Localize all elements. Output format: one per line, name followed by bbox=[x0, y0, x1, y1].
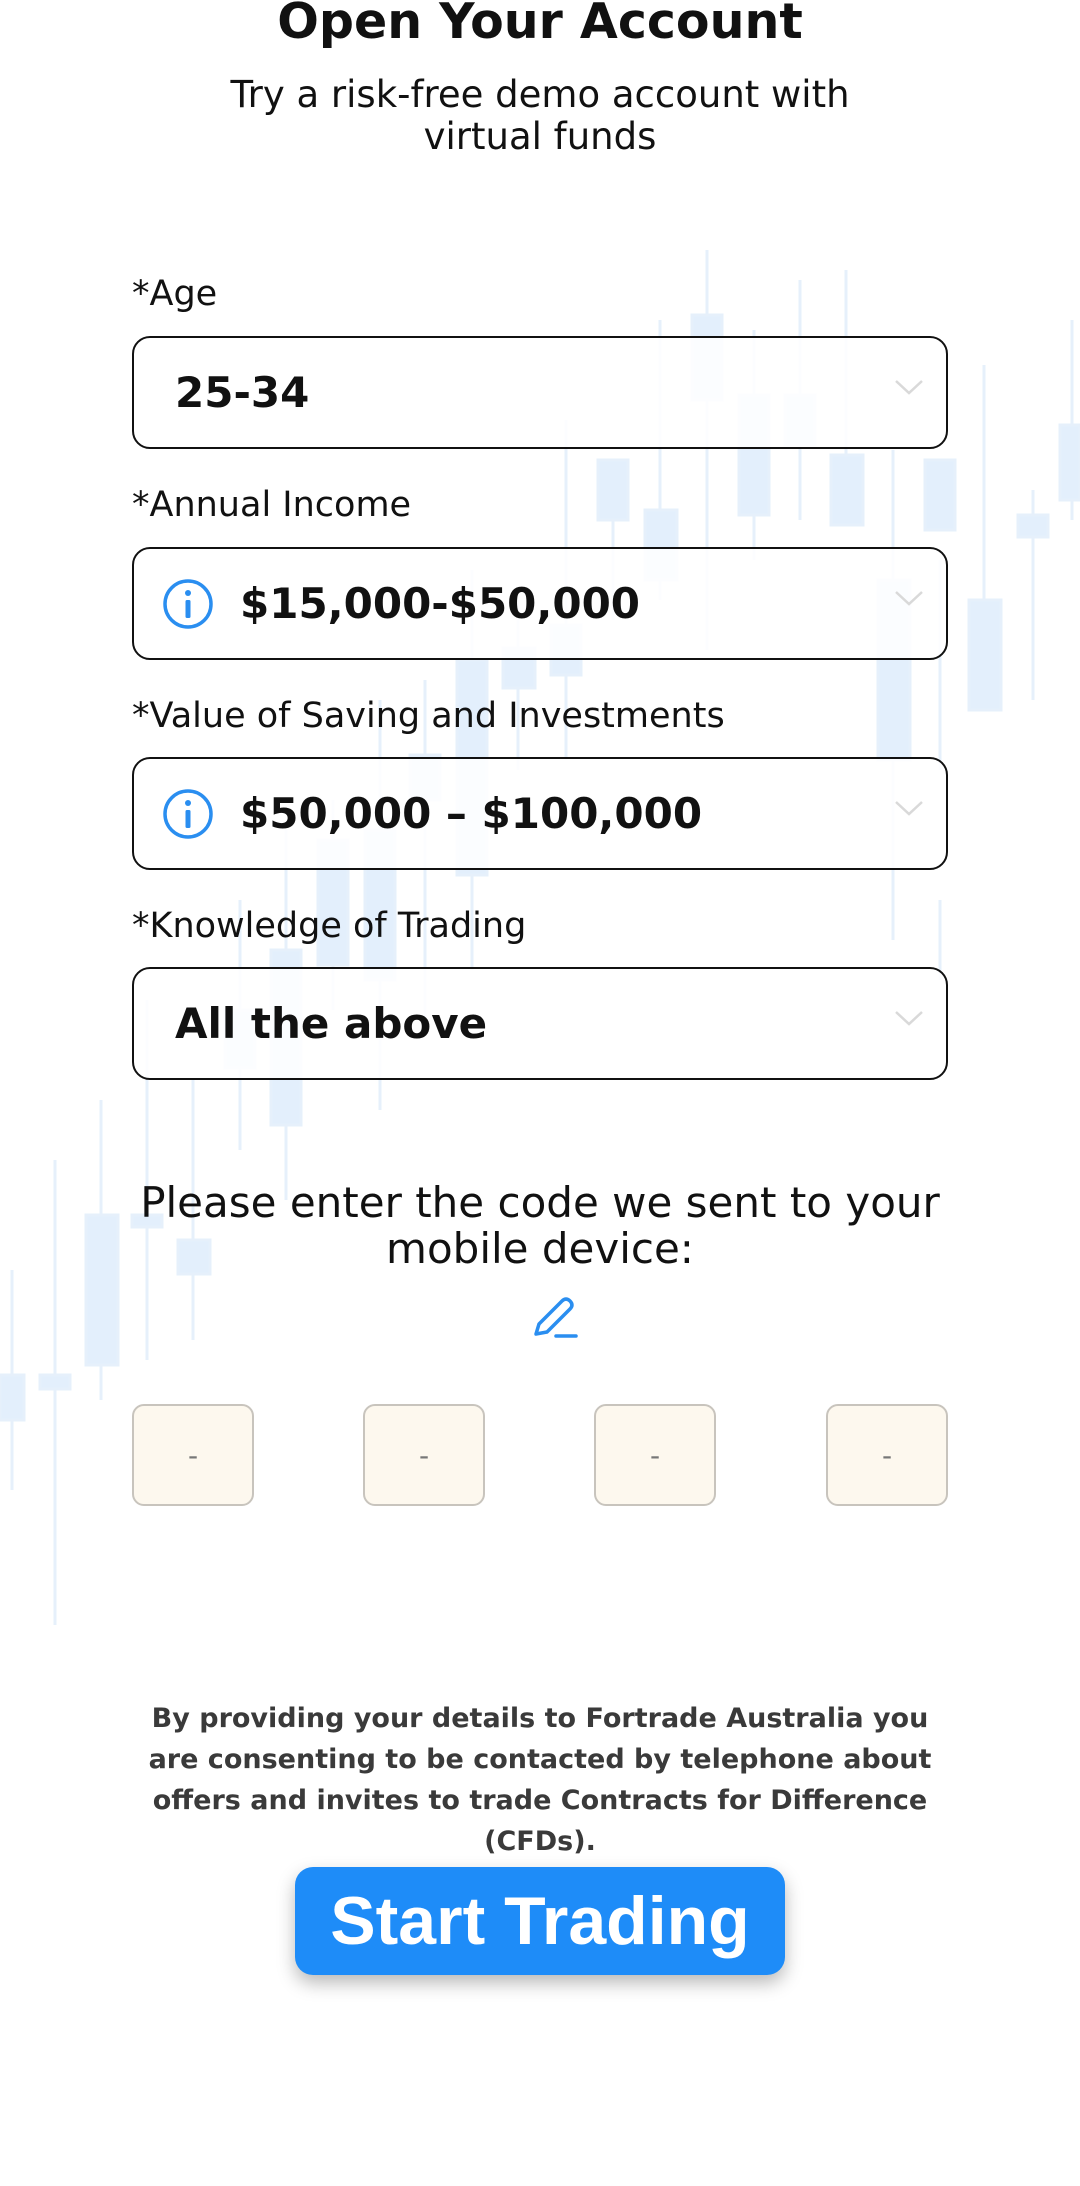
consent-disclaimer: By providing your details to Fortrade Au… bbox=[148, 1703, 932, 1857]
page-subtitle: Try a risk-free demo account with virtua… bbox=[230, 73, 850, 158]
info-circle-icon[interactable] bbox=[162, 578, 214, 630]
code-digit-1-input[interactable] bbox=[132, 1404, 254, 1506]
code-prompt: Please enter the code we sent to your mo… bbox=[140, 1178, 940, 1273]
pencil-icon[interactable] bbox=[526, 1290, 582, 1346]
savings-investments-select[interactable]: $50,000 – $100,000 bbox=[132, 757, 948, 870]
code-digit-3-input[interactable] bbox=[594, 1404, 716, 1506]
age-value: 25-34 bbox=[175, 368, 310, 417]
trading-knowledge-select[interactable]: All the above bbox=[132, 967, 948, 1080]
trading-knowledge-value: All the above bbox=[175, 999, 488, 1048]
savings-investments-label: *Value of Saving and Investments bbox=[132, 696, 725, 736]
chevron-down-icon bbox=[895, 591, 923, 606]
code-digit-2-input[interactable] bbox=[363, 1404, 485, 1506]
annual-income-value: $15,000-$50,000 bbox=[240, 579, 641, 628]
start-trading-button[interactable]: Start Trading bbox=[295, 1867, 785, 1975]
age-label: *Age bbox=[132, 274, 218, 314]
chevron-down-icon bbox=[895, 1011, 923, 1026]
page-title: Open Your Account bbox=[277, 0, 803, 50]
info-circle-icon[interactable] bbox=[162, 788, 214, 840]
age-select[interactable]: 25-34 bbox=[132, 336, 948, 449]
savings-investments-value: $50,000 – $100,000 bbox=[240, 789, 703, 838]
code-digit-4-input[interactable] bbox=[826, 1404, 948, 1506]
chevron-down-icon bbox=[895, 380, 923, 395]
account-form-page: Open Your Account Try a risk-free demo a… bbox=[0, 0, 1080, 2186]
trading-knowledge-label: *Knowledge of Trading bbox=[132, 906, 527, 946]
annual-income-select[interactable]: $15,000-$50,000 bbox=[132, 547, 948, 660]
annual-income-label: *Annual Income bbox=[132, 485, 412, 525]
chevron-down-icon bbox=[895, 801, 923, 816]
